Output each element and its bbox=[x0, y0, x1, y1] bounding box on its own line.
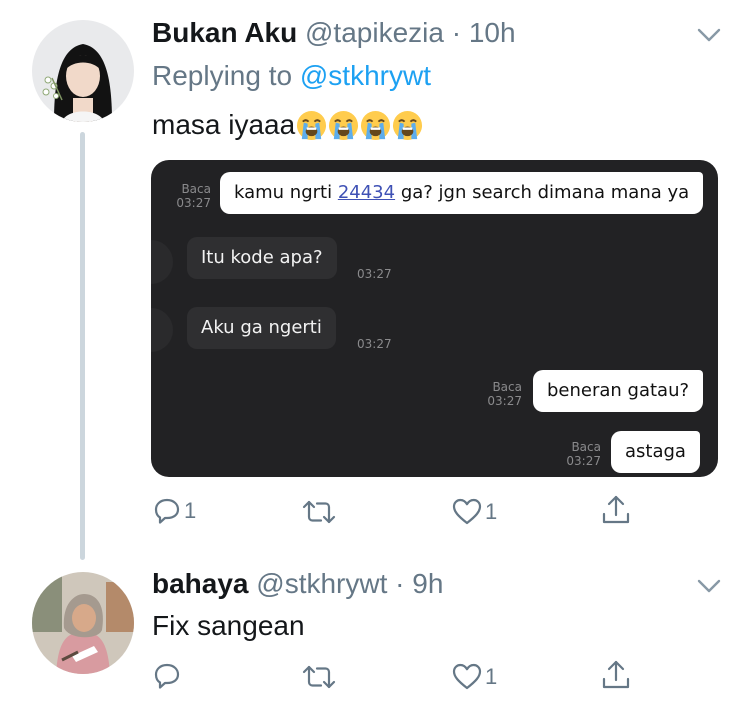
heart-icon bbox=[452, 663, 482, 690]
user-handle[interactable]: @tapikezia bbox=[305, 17, 444, 48]
user-handle[interactable]: @stkhrywt bbox=[256, 568, 387, 599]
message-text: astaga bbox=[625, 441, 686, 462]
tweet-text-content: Fix sangean bbox=[152, 610, 305, 641]
share-icon bbox=[602, 495, 630, 524]
chat-bubble-incoming: Aku ga ngerti bbox=[187, 307, 336, 349]
loudly-crying-face-icon bbox=[329, 110, 359, 141]
avatar-bukan-aku[interactable] bbox=[32, 20, 134, 122]
retweet-icon bbox=[302, 500, 336, 524]
tweet-text: Fix sangean bbox=[152, 609, 305, 643]
retweet-button[interactable] bbox=[302, 499, 336, 525]
message-text: Itu kode apa? bbox=[201, 247, 323, 268]
contact-avatar bbox=[151, 240, 173, 284]
heart-icon bbox=[452, 498, 482, 525]
avatar-image bbox=[32, 572, 134, 674]
display-name[interactable]: Bukan Aku bbox=[152, 17, 297, 48]
thread-connector-line bbox=[80, 132, 85, 560]
share-button[interactable] bbox=[600, 494, 632, 526]
tweet-header: bahaya @stkhrywt · 9h bbox=[152, 567, 443, 601]
replying-to-mention[interactable]: @stkhrywt bbox=[300, 60, 431, 91]
avatar-bahaya[interactable] bbox=[32, 572, 134, 674]
reply-button[interactable] bbox=[153, 662, 181, 690]
message-time: 03:27 bbox=[566, 454, 601, 468]
separator-dot: · bbox=[451, 17, 462, 48]
message-text: ga? jgn search dimana mana ya bbox=[395, 182, 690, 203]
chevron-down-icon[interactable] bbox=[697, 26, 721, 44]
display-name[interactable]: bahaya bbox=[152, 568, 249, 599]
read-status: Baca bbox=[492, 380, 522, 394]
message-time: 03:27 bbox=[176, 196, 211, 210]
chevron-down-icon[interactable] bbox=[697, 577, 721, 595]
like-button[interactable]: 1 bbox=[452, 498, 497, 525]
timestamp[interactable]: 10h bbox=[469, 17, 516, 48]
timestamp[interactable]: 9h bbox=[412, 568, 443, 599]
message-code-link[interactable]: 24434 bbox=[338, 182, 395, 203]
reply-icon bbox=[154, 498, 180, 524]
message-time: 03:27 bbox=[357, 267, 392, 281]
message-meta: Baca 03:27 bbox=[561, 440, 601, 468]
tweet-text-content: masa iyaaa bbox=[152, 109, 296, 140]
loudly-crying-face-icon bbox=[361, 110, 391, 141]
loudly-crying-face-icon bbox=[297, 110, 327, 141]
contact-avatar bbox=[151, 308, 173, 352]
chat-bubble-outgoing: beneran gatau? bbox=[533, 370, 704, 412]
like-count: 1 bbox=[485, 663, 498, 689]
chat-bubble-outgoing: kamu ngrti 24434 ga? jgn search dimana m… bbox=[220, 172, 704, 214]
tweet-text: masa iyaaa bbox=[152, 108, 423, 142]
message-meta: Baca 03:27 bbox=[171, 182, 211, 210]
read-status: Baca bbox=[571, 440, 601, 454]
like-button[interactable]: 1 bbox=[452, 663, 497, 690]
share-icon bbox=[602, 660, 630, 689]
message-text: beneran gatau? bbox=[547, 380, 690, 401]
message-time: 03:27 bbox=[357, 337, 392, 351]
tweet-header: Bukan Aku @tapikezia · 10h bbox=[152, 16, 516, 50]
attached-chat-screenshot[interactable]: Baca 03:27 kamu ngrti 24434 ga? jgn sear… bbox=[151, 160, 718, 477]
read-status: Baca bbox=[181, 182, 211, 196]
share-button[interactable] bbox=[600, 659, 632, 691]
message-text: kamu ngrti bbox=[234, 182, 338, 203]
retweet-button[interactable] bbox=[302, 664, 336, 690]
avatar-image bbox=[32, 20, 134, 122]
chat-bubble-outgoing: astaga bbox=[611, 431, 700, 473]
reply-count: 1 bbox=[184, 498, 197, 523]
message-time: 03:27 bbox=[487, 394, 522, 408]
loudly-crying-face-icon bbox=[393, 110, 423, 141]
reply-button[interactable]: 1 bbox=[153, 497, 196, 525]
separator-dot: · bbox=[395, 568, 405, 599]
message-text: Aku ga ngerti bbox=[201, 317, 322, 338]
retweet-icon bbox=[302, 665, 336, 689]
chat-bubble-incoming: Itu kode apa? bbox=[187, 237, 337, 279]
emoji-group bbox=[295, 109, 423, 141]
replying-prefix: Replying to bbox=[152, 60, 300, 91]
reply-icon bbox=[154, 663, 180, 689]
message-meta: Baca 03:27 bbox=[482, 380, 522, 408]
replying-to-line: Replying to @stkhrywt bbox=[152, 59, 431, 93]
like-count: 1 bbox=[485, 498, 498, 524]
